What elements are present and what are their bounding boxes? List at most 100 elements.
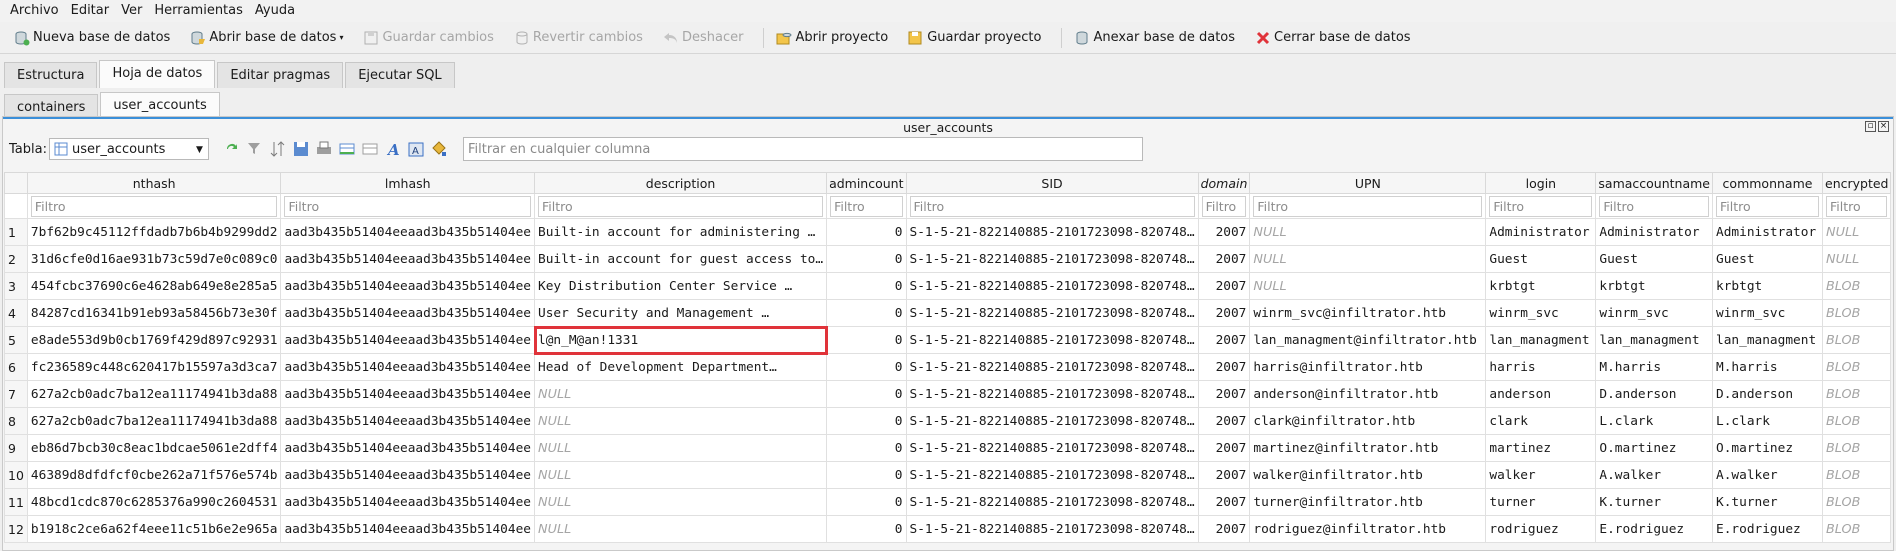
- table-cell[interactable]: Guest: [1595, 245, 1713, 273]
- table-cell[interactable]: 2007: [1197, 488, 1251, 516]
- table-cell[interactable]: 627a2cb0adc7ba12ea11174941b3da88: [26, 380, 282, 408]
- table-cell[interactable]: S-1-5-21-822140885-2101723098-820748…: [905, 488, 1199, 516]
- table-cell[interactable]: b1918c2ce6a62f4eee11c51b6e2e965a: [26, 515, 282, 543]
- table-cell[interactable]: S-1-5-21-822140885-2101723098-820748…: [905, 515, 1199, 543]
- table-cell[interactable]: anderson@infiltrator.htb: [1249, 380, 1487, 408]
- table-cell[interactable]: winrm_svc@infiltrator.htb: [1249, 299, 1487, 327]
- font-format-icon[interactable]: A: [384, 140, 402, 158]
- table-cell[interactable]: 2007: [1197, 515, 1251, 543]
- table-cell[interactable]: martinez: [1485, 434, 1597, 462]
- table-cell[interactable]: NULL: [1249, 245, 1487, 273]
- table-cell[interactable]: S-1-5-21-822140885-2101723098-820748…: [905, 434, 1199, 462]
- table-cell[interactable]: lan_managment: [1485, 326, 1597, 354]
- revert-changes-button[interactable]: Revertir cambios: [514, 30, 643, 46]
- float-panel-icon[interactable]: ▫: [1865, 121, 1876, 132]
- refresh-icon[interactable]: [223, 140, 241, 158]
- row-number[interactable]: 6: [4, 353, 28, 381]
- table-cell[interactable]: clark: [1485, 407, 1597, 435]
- table-cell[interactable]: aad3b435b51404eeaad3b435b51404ee: [280, 488, 535, 516]
- menu-herramientas[interactable]: Herramientas: [148, 0, 249, 22]
- table-cell[interactable]: 454fcbc37690c6e4628ab649e8e285a5: [26, 272, 282, 300]
- table-row[interactable]: 2 31d6cfe0d16ae931b73c59d7e0c089c0 aad3b43…: [4, 245, 1892, 273]
- table-cell[interactable]: S-1-5-21-822140885-2101723098-820748…: [905, 461, 1199, 489]
- table-cell[interactable]: S-1-5-21-822140885-2101723098-820748…: [905, 353, 1199, 381]
- save-table-icon[interactable]: [292, 140, 310, 158]
- table-cell[interactable]: anderson: [1485, 380, 1597, 408]
- table-cell[interactable]: 2007: [1197, 461, 1251, 489]
- table-cell[interactable]: NULL: [533, 380, 828, 408]
- table-cell[interactable]: NULL: [533, 515, 828, 543]
- table-row[interactable]: 4 84287cd16341b91eb93a58456b73e30f aad3b43…: [4, 299, 1892, 327]
- table-cell[interactable]: BLOB: [1821, 353, 1892, 381]
- table-cell[interactable]: NULL: [1821, 218, 1892, 246]
- dropdown-arrow-icon[interactable]: ▾: [339, 33, 343, 42]
- table-cell[interactable]: 0: [826, 245, 907, 273]
- table-cell[interactable]: Administrator: [1485, 218, 1597, 246]
- table-cell[interactable]: turner: [1485, 488, 1597, 516]
- column-filter-input[interactable]: [30, 195, 278, 217]
- column-header-samaccountname[interactable]: samaccountname: [1595, 172, 1713, 194]
- row-number[interactable]: 11: [4, 488, 28, 516]
- table-row[interactable]: 11 48bcd1cdc870c6285376a990c2604531 aad3b4…: [4, 488, 1892, 516]
- row-number[interactable]: 5: [4, 326, 28, 354]
- table-cell[interactable]: 0: [826, 434, 907, 462]
- row-number[interactable]: 8: [4, 407, 28, 435]
- table-row[interactable]: 1 7bf62b9c45112ffdadb7b6b4b9299dd2 aad3b43…: [4, 218, 1892, 246]
- table-cell[interactable]: 0: [826, 218, 907, 246]
- table-row[interactable]: 12 b1918c2ce6a62f4eee11c51b6e2e965a aad3b4…: [4, 515, 1892, 543]
- open-project-button[interactable]: Abrir proyecto: [776, 30, 888, 46]
- table-cell[interactable]: winrm_svc: [1595, 299, 1713, 327]
- table-cell[interactable]: aad3b435b51404eeaad3b435b51404ee: [280, 461, 535, 489]
- table-cell[interactable]: NULL: [533, 461, 828, 489]
- tab-ejecutar-sql[interactable]: Ejecutar SQL: [345, 62, 455, 88]
- table-cell[interactable]: 7bf62b9c45112ffdadb7b6b4b9299dd2: [26, 218, 282, 246]
- column-filter-input[interactable]: [1826, 195, 1888, 217]
- table-cell[interactable]: BLOB: [1821, 461, 1892, 489]
- table-cell[interactable]: BLOB: [1821, 326, 1892, 354]
- table-cell[interactable]: aad3b435b51404eeaad3b435b51404ee: [280, 380, 535, 408]
- table-cell[interactable]: 0: [826, 272, 907, 300]
- column-filter-input[interactable]: [1716, 195, 1819, 217]
- table-cell[interactable]: fc236589c448c620417b15597a3d3ca7: [26, 353, 282, 381]
- column-header-lmhash[interactable]: lmhash: [280, 172, 535, 194]
- table-cell[interactable]: walker@infiltrator.htb: [1249, 461, 1487, 489]
- table-row[interactable]: 8 627a2cb0adc7ba12ea11174941b3da88 aad3b43…: [4, 407, 1892, 435]
- save-changes-button[interactable]: Guardar cambios: [363, 30, 494, 46]
- column-header-nthash[interactable]: nthash: [26, 172, 282, 194]
- table-cell[interactable]: S-1-5-21-822140885-2101723098-820748…: [905, 326, 1199, 354]
- table-cell[interactable]: aad3b435b51404eeaad3b435b51404ee: [280, 245, 535, 273]
- table-cell[interactable]: 84287cd16341b91eb93a58456b73e30f: [26, 299, 282, 327]
- table-cell[interactable]: BLOB: [1821, 380, 1892, 408]
- table-cell[interactable]: M.harris: [1712, 353, 1823, 381]
- clear-filters-icon[interactable]: [246, 140, 264, 158]
- table-cell[interactable]: 2007: [1197, 272, 1251, 300]
- table-cell[interactable]: Guest: [1485, 245, 1597, 273]
- menu-ayuda[interactable]: Ayuda: [249, 0, 301, 22]
- table-cell[interactable]: aad3b435b51404eeaad3b435b51404ee: [280, 326, 535, 354]
- column-filter-input[interactable]: [1599, 195, 1709, 217]
- table-cell[interactable]: BLOB: [1821, 407, 1892, 435]
- table-cell[interactable]: 0: [826, 326, 907, 354]
- table-cell[interactable]: E.rodriguez: [1595, 515, 1713, 543]
- tab-editar-pragmas[interactable]: Editar pragmas: [217, 62, 344, 88]
- table-cell[interactable]: 2007: [1197, 407, 1251, 435]
- table-cell[interactable]: harris: [1485, 353, 1597, 381]
- table-cell[interactable]: D.anderson: [1595, 380, 1713, 408]
- table-cell[interactable]: BLOB: [1821, 488, 1892, 516]
- table-cell[interactable]: turner@infiltrator.htb: [1249, 488, 1487, 516]
- table-row[interactable]: 5 e8ade553d9b0cb1769f429d897c92931 aad3b43…: [4, 325, 1892, 355]
- table-cell[interactable]: A.walker: [1595, 461, 1713, 489]
- table-cell[interactable]: S-1-5-21-822140885-2101723098-820748…: [905, 380, 1199, 408]
- table-cell[interactable]: S-1-5-21-822140885-2101723098-820748…: [905, 299, 1199, 327]
- column-header-description[interactable]: description: [533, 172, 828, 194]
- sort-icon[interactable]: [269, 140, 287, 158]
- table-cell[interactable]: NULL: [533, 434, 828, 462]
- row-number[interactable]: 12: [4, 515, 28, 543]
- table-cell[interactable]: 2007: [1197, 380, 1251, 408]
- table-cell[interactable]: 0: [826, 353, 907, 381]
- table-cell[interactable]: Key Distribution Center Service …: [533, 272, 828, 300]
- column-filter-input[interactable]: [1489, 195, 1593, 217]
- table-cell[interactable]: S-1-5-21-822140885-2101723098-820748…: [905, 407, 1199, 435]
- table-cell[interactable]: BLOB: [1821, 272, 1892, 300]
- table-cell[interactable]: 0: [826, 515, 907, 543]
